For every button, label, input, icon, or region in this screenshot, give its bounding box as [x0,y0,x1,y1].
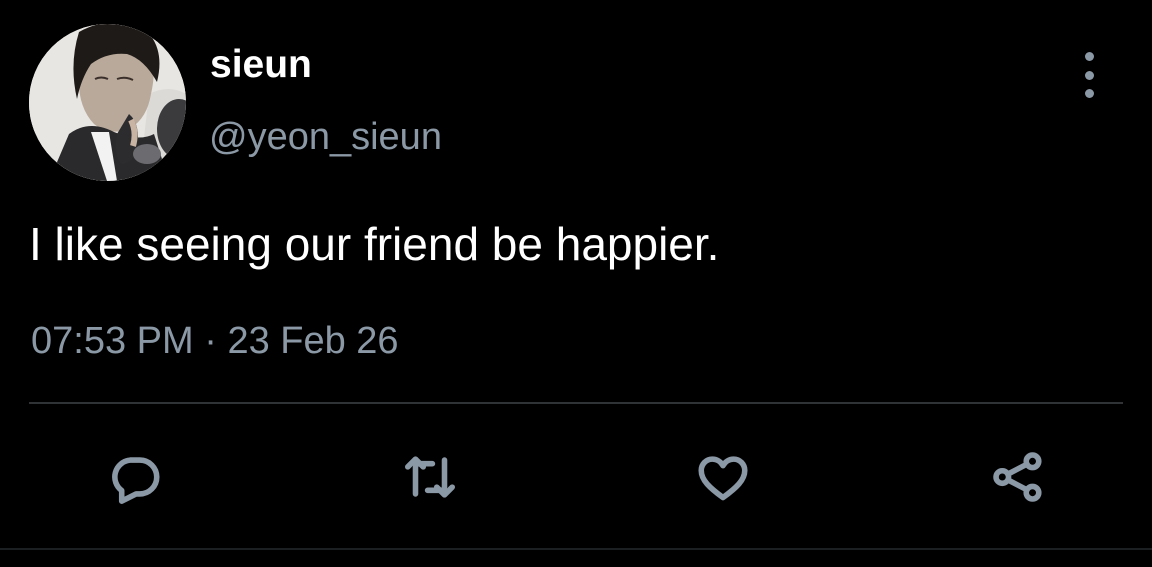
retweet-arrows-icon [404,456,456,498]
avatar[interactable] [29,24,186,181]
tweet-date: 23 Feb 26 [227,320,399,362]
retweet-button[interactable] [399,446,461,508]
more-icon-dot [1084,70,1094,80]
share-button[interactable] [987,446,1049,508]
user-handle[interactable]: @yeon_sieun [209,114,442,160]
timestamp-separator: · [204,320,217,362]
speech-bubble-icon [112,457,160,504]
divider [29,402,1123,404]
tweet-timestamp[interactable]: 07:53 PM · 23 Feb 26 [31,318,399,364]
tweet-text: I like seeing our friend be happier. [29,218,720,270]
share-nodes-icon [993,452,1042,502]
display-name[interactable]: sieun [210,42,312,88]
bottom-divider [0,548,1152,550]
more-icon-dot [1084,89,1094,98]
more-options-button[interactable] [1068,52,1110,98]
more-icon-dot [1084,52,1094,61]
tweet-time: 07:53 PM [31,320,194,362]
heart-outline-icon [698,456,748,501]
reply-button[interactable] [104,446,166,508]
avatar-photo [29,24,186,181]
tweet-card: sieun @yeon_sieun I like seeing our frie… [0,0,1152,567]
like-button[interactable] [692,446,754,508]
